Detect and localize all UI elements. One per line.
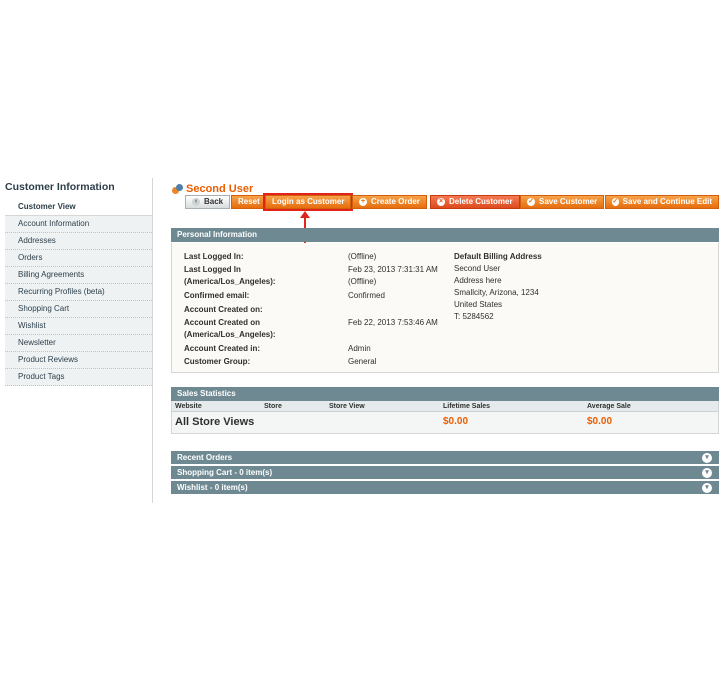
info-label: Last Logged In: [184, 265, 241, 274]
address-line: United States: [454, 300, 503, 309]
save-continue-label: Save and Continue Edit: [622, 197, 712, 206]
info-row: (America/Los_Angeles):: [184, 330, 276, 339]
address-line: Address here: [454, 276, 502, 285]
info-row: Last Logged In: (Offline): [184, 252, 376, 261]
info-row: Customer Group: General: [184, 357, 376, 366]
address-line: T: 5284562: [454, 312, 494, 321]
info-label: Account Created in:: [184, 344, 261, 353]
wishlist-section[interactable]: Wishlist - 0 item(s) ▾: [171, 481, 719, 495]
info-value: General: [348, 357, 377, 366]
personal-information-header: Personal Information: [171, 228, 719, 242]
create-order-label: Create Order: [371, 197, 420, 206]
sidebar: Customer Information Customer View Accou…: [5, 178, 153, 503]
info-row: Confirmed email: Confirmed: [184, 291, 385, 300]
back-label: Back: [204, 197, 224, 206]
tab-newsletter[interactable]: Newsletter: [5, 335, 152, 352]
info-row: Last Logged In Feb 23, 2013 7:31:31 AM: [184, 265, 438, 274]
back-button[interactable]: ‹ Back: [185, 195, 231, 209]
info-value: (Offline): [348, 252, 377, 261]
chevron-down-icon[interactable]: ▾: [702, 468, 712, 478]
sales-statistics-header: Sales Statistics: [171, 387, 719, 401]
tab-product-reviews[interactable]: Product Reviews: [5, 352, 152, 369]
info-row: Account Created in: Admin: [184, 344, 371, 353]
lifetime-sales-value: $0.00: [443, 416, 469, 427]
tab-customer-view[interactable]: Customer View: [5, 199, 152, 216]
chevron-down-icon[interactable]: ▾: [702, 483, 712, 493]
info-label: Account Created on:: [184, 305, 263, 314]
tab-recurring-profiles[interactable]: Recurring Profiles (beta): [5, 284, 152, 301]
info-row: Account Created on Feb 22, 2013 7:53:46 …: [184, 318, 438, 327]
page-title: Second User: [172, 182, 253, 196]
tab-product-tags[interactable]: Product Tags: [5, 369, 152, 386]
column-header: Website: [175, 403, 202, 410]
info-label: Confirmed email:: [184, 291, 250, 300]
section-label: Wishlist - 0 item(s): [177, 483, 248, 492]
delete-icon: ×: [437, 198, 445, 206]
info-value: Feb 22, 2013 7:53:46 AM: [348, 318, 438, 327]
recent-orders-section[interactable]: Recent Orders ▾: [171, 451, 719, 465]
info-label: Last Logged In:: [184, 252, 244, 261]
column-header: Average Sale: [587, 403, 631, 410]
customer-icon: [172, 183, 183, 195]
info-value: Admin: [348, 344, 371, 353]
row-label: All Store Views: [175, 416, 255, 428]
tab-orders[interactable]: Orders: [5, 250, 152, 267]
reset-button[interactable]: Reset: [231, 195, 267, 209]
login-as-customer-button[interactable]: Login as Customer: [262, 193, 354, 211]
sidebar-tabs: Customer View Account Information Addres…: [5, 199, 152, 386]
delete-customer-label: Delete Customer: [449, 197, 513, 206]
tab-shopping-cart[interactable]: Shopping Cart: [5, 301, 152, 318]
login-as-customer-label: Login as Customer: [272, 197, 345, 206]
tab-account-information[interactable]: Account Information: [5, 216, 152, 233]
info-value: (Offline): [348, 277, 377, 286]
personal-information-panel: Last Logged In: (Offline) Last Logged In…: [171, 243, 719, 373]
section-label: Recent Orders: [177, 453, 233, 462]
chevron-down-icon[interactable]: ▾: [702, 453, 712, 463]
page-title-text: Second User: [186, 183, 254, 195]
save-continue-button[interactable]: ✓ Save and Continue Edit: [605, 195, 719, 209]
delete-customer-button[interactable]: × Delete Customer: [430, 195, 520, 209]
sales-statistics-table: Website Store Store View Lifetime Sales …: [171, 401, 719, 434]
save-customer-label: Save Customer: [539, 197, 598, 206]
info-row: Account Created on:: [184, 305, 263, 314]
billing-address-title: Default Billing Address: [454, 252, 542, 261]
column-header: Store View: [329, 403, 365, 410]
info-label: Account Created on: [184, 318, 261, 327]
create-order-button[interactable]: + Create Order: [352, 195, 427, 209]
plus-icon: +: [359, 198, 367, 206]
checkmark-icon: ✓: [527, 198, 535, 206]
column-header: Lifetime Sales: [443, 403, 491, 410]
checkmark-icon: ✓: [612, 198, 619, 206]
billing-address: Default Billing Address Second User Addr…: [454, 251, 542, 323]
save-customer-button[interactable]: ✓ Save Customer: [520, 195, 605, 209]
tab-wishlist[interactable]: Wishlist: [5, 318, 152, 335]
shopping-cart-section[interactable]: Shopping Cart - 0 item(s) ▾: [171, 466, 719, 480]
section-label: Shopping Cart - 0 item(s): [177, 468, 273, 477]
address-line: Second User: [454, 264, 501, 273]
reset-label: Reset: [238, 197, 260, 206]
info-label: Customer Group:: [184, 357, 251, 366]
column-header: Store: [264, 403, 282, 410]
address-line: Smallcity, Arizona, 1234: [454, 288, 539, 297]
info-row: (America/Los_Angeles): (Offline): [184, 277, 376, 286]
sidebar-title: Customer Information: [5, 178, 152, 199]
tab-addresses[interactable]: Addresses: [5, 233, 152, 250]
back-arrow-icon: ‹: [192, 198, 200, 206]
info-value: Feb 23, 2013 7:31:31 AM: [348, 265, 438, 274]
info-value: Confirmed: [348, 291, 385, 300]
info-label: (America/Los_Angeles):: [184, 277, 276, 286]
tab-billing-agreements[interactable]: Billing Agreements: [5, 267, 152, 284]
average-sale-value: $0.00: [587, 416, 613, 427]
info-label: (America/Los_Angeles):: [184, 330, 276, 339]
